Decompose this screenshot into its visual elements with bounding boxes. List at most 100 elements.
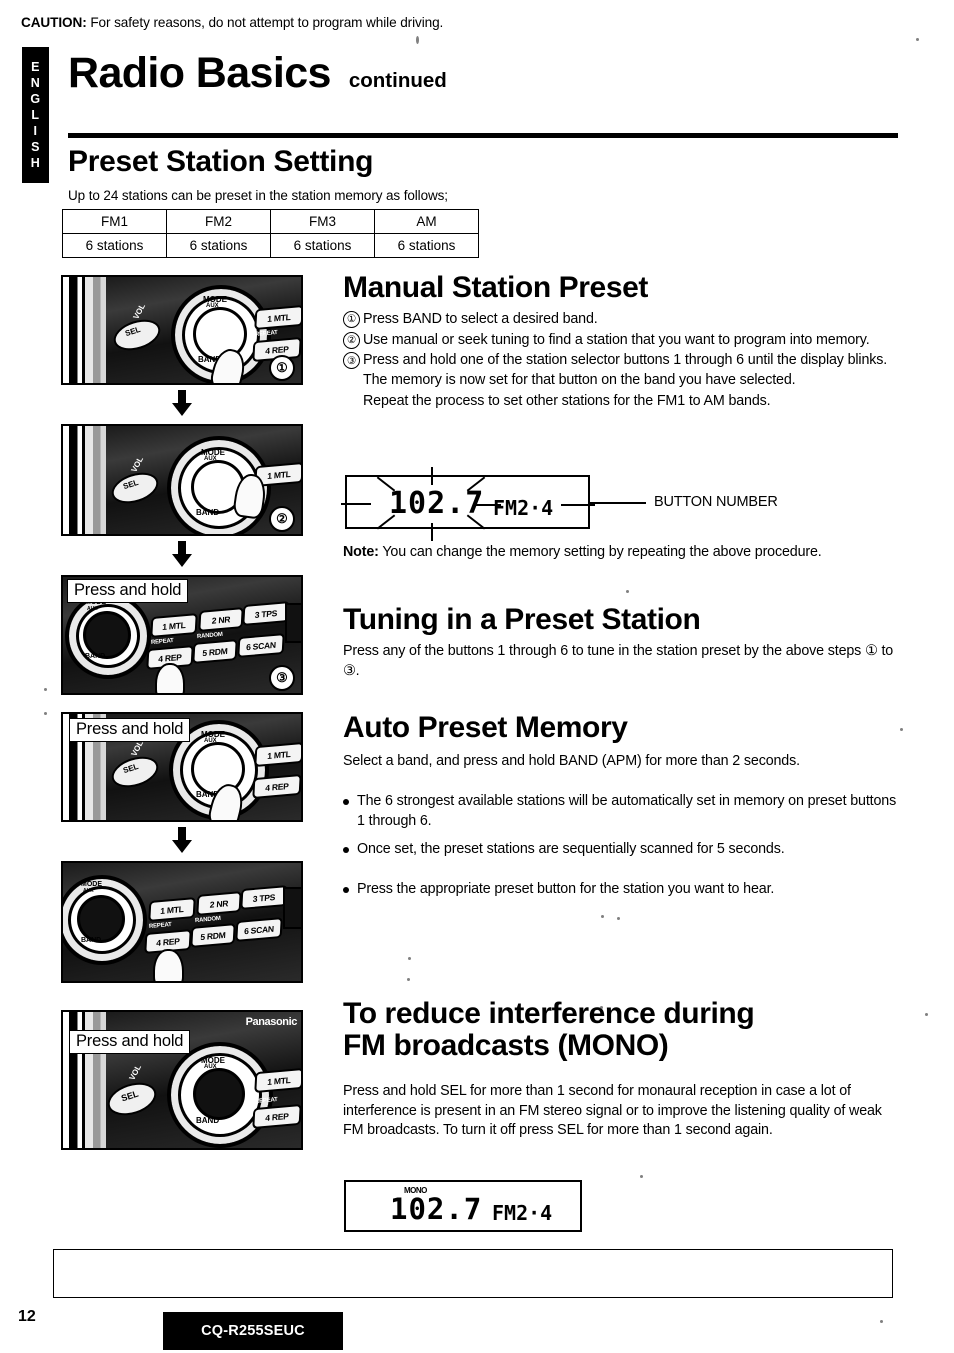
lcd-display-preset: 102.7 FM2·4	[341, 467, 595, 541]
illustration-apm-2: MODE AUX BAND 1 MTL 2 NR 3 TPS 4 REP 5 R…	[61, 861, 303, 983]
step-text: Press and hold one of the station select…	[363, 352, 888, 389]
dial-label-band: BAND	[196, 508, 220, 517]
callout-button-number: BUTTON NUMBER	[654, 494, 778, 510]
illustration-step-3: MODE AUX BAND 1 MTL 2 NR 3 TPS 4 REP 5 R…	[61, 575, 303, 695]
preset-button-1[interactable]: 1 MTL	[150, 613, 198, 638]
blink-ray	[431, 523, 433, 541]
title-rule	[68, 133, 898, 138]
preset-button-6[interactable]: 6 SCAN	[237, 633, 285, 658]
language-tab-letter: G	[30, 92, 41, 106]
lcd-display-mono: MONO 102.7 FM2·4	[344, 1180, 582, 1232]
dial-label-aux: AUX	[204, 1064, 217, 1070]
preset-button-6-label: 6 SCAN	[243, 923, 275, 936]
finger-pointer	[153, 949, 184, 981]
dial-label-aux: AUX	[206, 303, 219, 309]
faceplate-photo: MODE AUX BAND VOL SEL 1 MTL	[63, 426, 301, 534]
blink-ray	[431, 467, 433, 485]
step-number: ①	[343, 311, 360, 328]
table-cell-band: FM3	[270, 209, 375, 234]
page-number: 12	[18, 1308, 36, 1325]
preset-button-4-label: 4 REP	[265, 780, 289, 793]
preset-button-5[interactable]: 5 RDM	[190, 923, 236, 948]
list-item: The 6 strongest available stations will …	[343, 792, 905, 831]
auto-preset-intro: Select a band, and press and hold BAND (…	[343, 753, 800, 769]
dial-label-band: BAND	[196, 1116, 220, 1125]
heading-tuning-preset-station: Tuning in a Preset Station	[343, 603, 701, 636]
language-tab-letter: E	[31, 60, 40, 74]
caution-body: For safety reasons, do not attempt to pr…	[86, 15, 444, 30]
preset-button-3[interactable]: 3 TPS	[242, 601, 290, 626]
preset-button-1[interactable]: 1 MTL	[254, 304, 301, 331]
section-title: Preset Station Setting	[68, 145, 374, 178]
language-tab-letter: I	[33, 124, 38, 138]
preset-button-3[interactable]: 3 TPS	[240, 885, 288, 910]
preset-button-4[interactable]: 4 REP	[252, 773, 301, 800]
preset-button-2[interactable]: 2 NR	[196, 891, 242, 916]
finger-pointer	[155, 663, 185, 693]
table-cell-band: FM1	[62, 209, 167, 234]
preset-button-1-label: 1 MTL	[162, 619, 186, 632]
arrow-head	[172, 840, 192, 853]
preset-button-5[interactable]: 5 RDM	[192, 639, 238, 664]
continued-label: continued	[348, 69, 447, 92]
table-cell-stations: 6 stations	[62, 233, 167, 258]
list-item: Once set, the preset stations are sequen…	[343, 840, 905, 860]
table-cell-stations: 6 stations	[374, 233, 479, 258]
preset-button-3-label: 3 TPS	[252, 891, 276, 904]
step-text: Press BAND to select a desired band.	[363, 311, 598, 327]
lcd-band-indicator: FM2·4	[492, 1201, 553, 1225]
step-badge-2: ②	[269, 506, 295, 532]
model-badge: CQ-R255SEUC	[163, 1312, 343, 1350]
dial-label-aux: AUX	[204, 456, 217, 462]
faceplate-edge	[63, 426, 111, 534]
step-number: ②	[343, 331, 360, 349]
preset-button-1[interactable]: 1 MTL	[254, 1067, 301, 1094]
preset-button-1-label: 1 MTL	[267, 468, 291, 481]
preset-button-3-label: 3 TPS	[254, 607, 278, 620]
list-item-repeat: Repeat the process to set other stations…	[343, 392, 903, 412]
lcd-band-indicator: FM2·4	[493, 496, 554, 520]
bullet-list: Press the appropriate preset button for …	[343, 880, 905, 900]
preset-button-1[interactable]: 1 MTL	[148, 897, 196, 922]
press-and-hold-label: Press and hold	[69, 718, 191, 742]
press-and-hold-label: Press and hold	[67, 579, 189, 603]
preset-button-4[interactable]: 4 REP	[252, 1103, 301, 1130]
dial-label-band: BAND	[81, 937, 102, 944]
preset-button-4-label: 4 REP	[265, 343, 289, 356]
rotary-dial-hub[interactable]	[77, 895, 125, 943]
flow-arrow-2	[172, 541, 192, 567]
auto-preset-bullets-top: The 6 strongest available stations will …	[343, 792, 905, 869]
caution-label: CAUTION:	[21, 15, 87, 30]
preset-button-4-label: 4 REP	[156, 935, 180, 948]
preset-button-1-label: 1 MTL	[267, 1074, 291, 1087]
rotary-dial-hub[interactable]	[193, 1068, 245, 1120]
preset-button-1-label: 1 MTL	[267, 311, 291, 324]
manual-preset-steps: ① Press BAND to select a desired band. ②…	[343, 310, 903, 413]
heading-auto-preset-memory: Auto Preset Memory	[343, 711, 628, 744]
caution-box	[53, 1249, 893, 1298]
rotary-dial-hub[interactable]	[83, 611, 131, 659]
preset-button-2-label: 2 NR	[211, 613, 231, 626]
preset-button-4-label: 4 REP	[158, 651, 182, 664]
preset-button-6[interactable]: 6 SCAN	[235, 917, 283, 942]
page-title: Radio Basics	[68, 49, 331, 97]
step-list: ① Press BAND to select a desired band. ②…	[343, 310, 903, 412]
heading-mono-line-2: FM broadcasts (MONO)	[343, 1028, 669, 1062]
table-cell-band: AM	[374, 209, 479, 234]
language-tab-letter: N	[30, 76, 41, 90]
language-tab-letter: S	[31, 140, 40, 154]
illustration-step-1: MODE AUX BAND VOL SEL 1 MTL 4 REP REPEAT…	[61, 275, 303, 385]
note-text: You can change the memory setting by rep…	[378, 544, 822, 560]
lcd-frequency: 102.7	[390, 1192, 483, 1226]
preset-button-1-label: 1 MTL	[267, 748, 291, 761]
masthead: Radio Basics continued	[68, 52, 898, 95]
step-badge-3: ③	[269, 665, 295, 691]
lcd-window	[283, 887, 301, 929]
preset-button-2-label: 2 NR	[209, 897, 229, 910]
preset-button-2[interactable]: 2 NR	[198, 607, 244, 632]
arrow-head	[172, 403, 192, 416]
heading-mono: To reduce interference during FM broadca…	[343, 998, 903, 1062]
faceplate-photo: MODE AUX BAND VOL SEL 1 MTL 4 REP REPEAT	[63, 277, 301, 383]
preset-button-1[interactable]: 1 MTL	[254, 741, 301, 768]
bullet-list: The 6 strongest available stations will …	[343, 792, 905, 860]
